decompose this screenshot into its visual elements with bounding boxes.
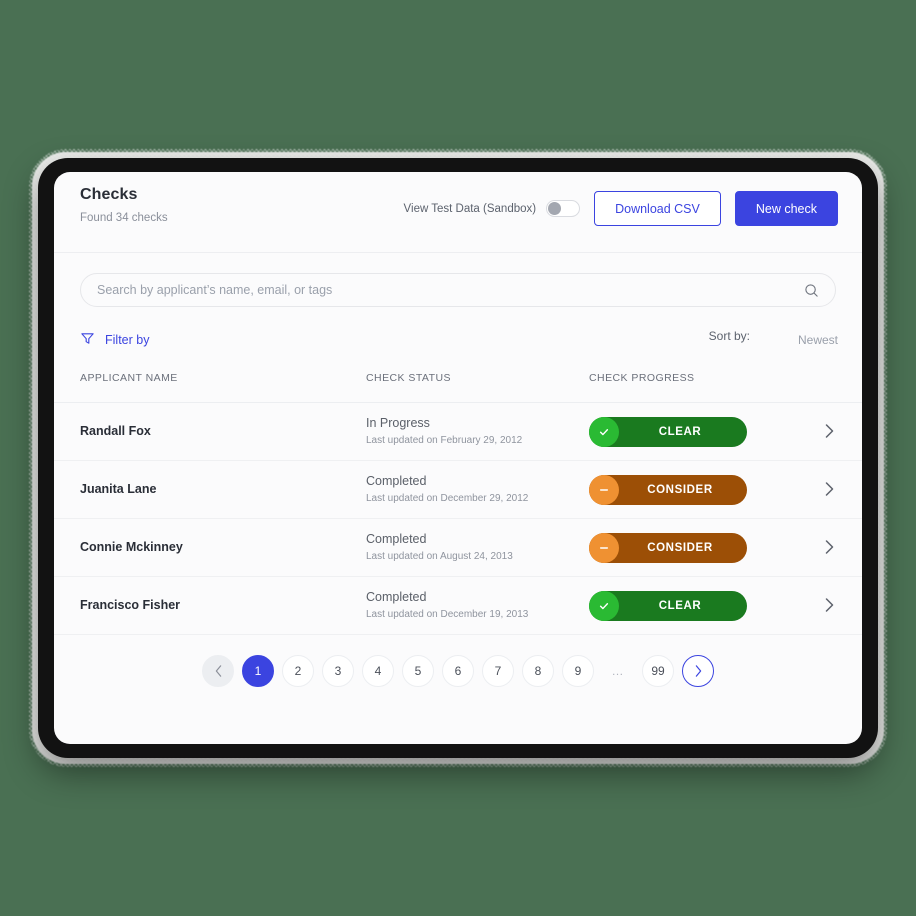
status-badge-label: CLEAR bbox=[658, 600, 702, 612]
check-status: Completed Last updated on December 19, 2… bbox=[366, 588, 528, 620]
check-status: Completed Last updated on December 29, 2… bbox=[366, 472, 528, 504]
status-badge-label: CONSIDER bbox=[647, 484, 713, 496]
filter-by-button[interactable]: Filter by bbox=[80, 331, 149, 349]
status-badge: CONSIDER bbox=[589, 475, 747, 505]
table-row[interactable]: Connie Mckinney Completed Last updated o… bbox=[54, 519, 862, 577]
pagination-page-9[interactable]: 9 bbox=[562, 655, 594, 687]
page-title: Checks bbox=[80, 186, 138, 203]
check-icon bbox=[589, 417, 619, 447]
pagination-page-6[interactable]: 6 bbox=[442, 655, 474, 687]
new-check-button[interactable]: New check bbox=[734, 191, 838, 226]
status-updated: Last updated on December 29, 2012 bbox=[366, 492, 529, 504]
sandbox-toggle-label: View Test Data (Sandbox) bbox=[403, 202, 537, 215]
sort-by-value[interactable]: Newest bbox=[798, 333, 838, 347]
status-text: Completed bbox=[366, 474, 427, 488]
applicant-name: Randall Fox bbox=[80, 424, 151, 438]
check-icon bbox=[589, 591, 619, 621]
applicant-name: Juanita Lane bbox=[80, 482, 157, 496]
status-updated: Last updated on February 29, 2012 bbox=[366, 434, 523, 446]
pagination-page-4[interactable]: 4 bbox=[362, 655, 394, 687]
pagination-page-3[interactable]: 3 bbox=[322, 655, 354, 687]
filter-sort-section: Filter by Sort by: Newest bbox=[54, 319, 862, 372]
sandbox-toggle-group: View Test Data (Sandbox) bbox=[404, 200, 581, 217]
stage: Checks Found 34 checks View Test Data (S… bbox=[0, 0, 916, 916]
page-header: Checks Found 34 checks View Test Data (S… bbox=[54, 172, 862, 253]
toggle-knob bbox=[548, 202, 562, 215]
filter-by-label: Filter by bbox=[105, 333, 150, 347]
pagination-page-99[interactable]: 99 bbox=[642, 655, 674, 687]
status-badge: CONSIDER bbox=[589, 533, 747, 563]
app-screen: Checks Found 34 checks View Test Data (S… bbox=[54, 172, 862, 744]
column-check-progress: CHECK PROGRESS bbox=[589, 372, 695, 384]
search-section bbox=[54, 253, 862, 319]
header-actions: View Test Data (Sandbox) Download CSV Ne… bbox=[404, 191, 838, 226]
filter-icon bbox=[80, 331, 95, 349]
status-text: In Progress bbox=[366, 416, 430, 430]
check-status: Completed Last updated on August 24, 201… bbox=[366, 530, 513, 562]
status-badge-label: CONSIDER bbox=[647, 542, 713, 554]
pagination-prev-button[interactable] bbox=[202, 655, 234, 687]
applicant-name: Francisco Fisher bbox=[80, 598, 181, 612]
sort-by-label: Sort by: bbox=[708, 329, 750, 343]
pagination-page-5[interactable]: 5 bbox=[402, 655, 434, 687]
status-badge-label: CLEAR bbox=[658, 426, 702, 438]
table-row[interactable]: Juanita Lane Completed Last updated on D… bbox=[54, 461, 862, 519]
pagination-next-button[interactable] bbox=[682, 655, 714, 687]
chevron-right-icon[interactable] bbox=[825, 598, 834, 617]
pagination-page-2[interactable]: 2 bbox=[282, 655, 314, 687]
search-input[interactable] bbox=[81, 283, 804, 297]
table-header: APPLICANT NAME CHECK STATUS CHECK PROGRE… bbox=[54, 372, 862, 403]
pagination: 1 2 3 4 5 6 7 8 9 … 99 bbox=[54, 635, 862, 707]
sandbox-toggle[interactable] bbox=[546, 200, 581, 217]
status-updated: Last updated on December 19, 2013 bbox=[366, 608, 529, 620]
column-applicant-name: APPLICANT NAME bbox=[80, 372, 178, 384]
search-icon[interactable] bbox=[804, 283, 835, 298]
column-check-status: CHECK STATUS bbox=[366, 372, 451, 384]
minus-icon bbox=[589, 533, 619, 563]
pagination-ellipsis: … bbox=[611, 664, 625, 678]
search-box bbox=[80, 273, 836, 307]
status-text: Completed bbox=[366, 532, 427, 546]
chevron-right-icon[interactable] bbox=[825, 482, 834, 501]
applicant-name: Connie Mckinney bbox=[80, 540, 183, 554]
status-updated: Last updated on August 24, 2013 bbox=[366, 550, 513, 562]
pagination-page-1[interactable]: 1 bbox=[242, 655, 274, 687]
pagination-page-8[interactable]: 8 bbox=[522, 655, 554, 687]
chevron-right-icon[interactable] bbox=[825, 540, 834, 559]
pagination-page-7[interactable]: 7 bbox=[482, 655, 514, 687]
minus-icon bbox=[589, 475, 619, 505]
table-row[interactable]: Francisco Fisher Completed Last updated … bbox=[54, 577, 862, 635]
chevron-right-icon[interactable] bbox=[825, 424, 834, 443]
check-status: In Progress Last updated on February 29,… bbox=[366, 414, 522, 446]
status-text: Completed bbox=[366, 590, 427, 604]
results-count: Found 34 checks bbox=[80, 212, 168, 224]
status-badge: CLEAR bbox=[589, 591, 747, 621]
download-csv-button[interactable]: Download CSV bbox=[594, 191, 721, 226]
table-row[interactable]: Randall Fox In Progress Last updated on … bbox=[54, 403, 862, 461]
status-badge: CLEAR bbox=[589, 417, 747, 447]
